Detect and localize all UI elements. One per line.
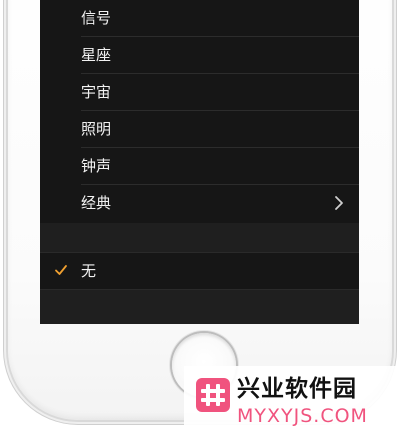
list-item-signal[interactable]: 信号 [40, 0, 359, 37]
watermark: 兴业软件园 MYXYJS.COM [184, 366, 400, 439]
section-gap [40, 223, 359, 253]
list-item-label: 信号 [81, 9, 112, 27]
watermark-logo-icon [196, 378, 230, 412]
list-item-constellation[interactable]: 星座 [40, 37, 359, 74]
list-item-illumination[interactable]: 照明 [40, 111, 359, 148]
list-item-label: 无 [81, 262, 97, 280]
list-item-label: 经典 [81, 194, 112, 212]
watermark-url: MYXYJS.COM [237, 405, 368, 427]
screen-bottom-area [40, 290, 359, 324]
list-item-cosmos[interactable]: 宇宙 [40, 74, 359, 111]
list-item-label: 钟声 [81, 157, 112, 175]
list-item-none[interactable]: 无 [40, 253, 359, 290]
list-item-classic[interactable]: 经典 [40, 185, 359, 222]
checkmark-icon [55, 265, 67, 275]
list-item-label: 星座 [81, 46, 112, 64]
list-item-label: 照明 [81, 120, 112, 138]
list-item-label: 宇宙 [81, 83, 112, 101]
watermark-title: 兴业软件园 [237, 376, 357, 402]
chevron-right-icon [335, 196, 343, 210]
screen: 信号 星座 宇宙 照明 钟声 经典 无 [40, 0, 359, 324]
ringtone-list: 信号 星座 宇宙 照明 钟声 经典 [40, 0, 359, 223]
list-item-chimes[interactable]: 钟声 [40, 148, 359, 185]
